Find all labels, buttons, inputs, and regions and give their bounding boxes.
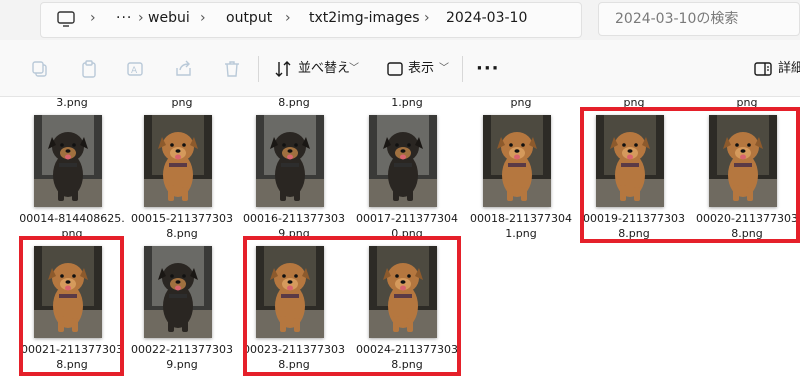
file-name-line: 00018-211377304 [470,212,572,225]
chevron-right-icon[interactable]: › [200,0,206,36]
file-thumbnail[interactable] [144,115,212,207]
file-name-line: 00014-814408625. [19,212,125,225]
file-name[interactable]: 00018-211377304 1.png [465,211,577,241]
file-thumbnail[interactable] [34,115,102,207]
toolbar-divider [258,56,259,82]
svg-text:A: A [131,66,138,76]
monitor-icon[interactable] [57,11,75,27]
sort-button-label[interactable]: 並べ替え [298,58,350,80]
breadcrumb-date-folder[interactable]: 2024-03-10 [446,0,527,36]
paste-icon[interactable] [80,60,98,78]
file-list: 3.png png 8.png 1.png png png png 00014-… [0,96,800,379]
chevron-right-icon[interactable]: › [90,0,96,36]
file-name-line: 00017-211377304 [356,212,458,225]
file-thumbnail[interactable] [483,115,551,207]
file-name[interactable]: 8.png [238,96,350,110]
file-name[interactable]: png [126,96,238,110]
file-name[interactable]: 1.png [351,96,463,110]
file-name-line: 00022-211377303 [131,343,233,356]
dog-photo-thumbnail [34,115,102,207]
highlight-box [580,107,800,243]
rename-icon[interactable]: A [127,60,145,78]
file-name-line: 00015-211377303 [131,212,233,225]
breadcrumb-webui[interactable]: webui [148,0,190,36]
dog-photo-thumbnail [369,115,437,207]
chevron-right-icon[interactable]: › [424,0,430,36]
dog-photo-thumbnail [144,115,212,207]
file-name[interactable]: 00015-211377303 8.png [126,211,238,241]
file-thumbnail[interactable] [256,115,324,207]
view-icon[interactable] [386,60,404,78]
breadcrumb-txt2img-images[interactable]: txt2img-images [309,0,420,36]
file-thumbnail[interactable] [144,246,212,338]
toolbar-divider [462,56,463,82]
chevron-down-icon[interactable]: ﹀ [439,58,449,80]
file-name-line: 00016-211377303 [243,212,345,225]
copy-icon[interactable] [31,60,49,78]
view-button-label[interactable]: 表示 [408,58,434,80]
chevron-down-icon[interactable]: ﹀ [349,58,359,80]
more-options-icon[interactable]: ··· [476,58,500,80]
file-name-line: 9.png [166,358,198,371]
chevron-right-icon[interactable]: › [285,0,291,36]
breadcrumb-output[interactable]: output [226,0,272,36]
more-icon[interactable]: ··· [116,0,132,36]
dog-photo-thumbnail [256,115,324,207]
details-button-label[interactable]: 詳細 [778,58,800,80]
share-icon[interactable] [175,60,193,78]
file-name-line: 1.png [505,227,537,240]
file-name[interactable]: 00022-211377303 9.png [126,342,238,372]
highlight-box [243,236,461,376]
file-thumbnail[interactable] [369,115,437,207]
search-input[interactable] [599,3,800,35]
file-name[interactable]: png [465,96,577,110]
delete-icon[interactable] [223,60,241,78]
file-name-line: 8.png [166,227,198,240]
sort-icon[interactable] [274,60,292,78]
file-name[interactable]: 3.png [16,96,128,110]
search-box[interactable] [598,2,800,36]
details-pane-icon[interactable] [754,60,772,78]
command-bar: A 並べ替え ﹀ 表示 ﹀ ··· 詳細 [0,40,800,97]
highlight-box [19,236,124,376]
dog-photo-thumbnail [483,115,551,207]
address-bar-area: › ··· › webui › output › txt2img-images … [0,0,800,40]
chevron-right-icon[interactable]: › [138,0,144,36]
dog-photo-thumbnail [144,246,212,338]
